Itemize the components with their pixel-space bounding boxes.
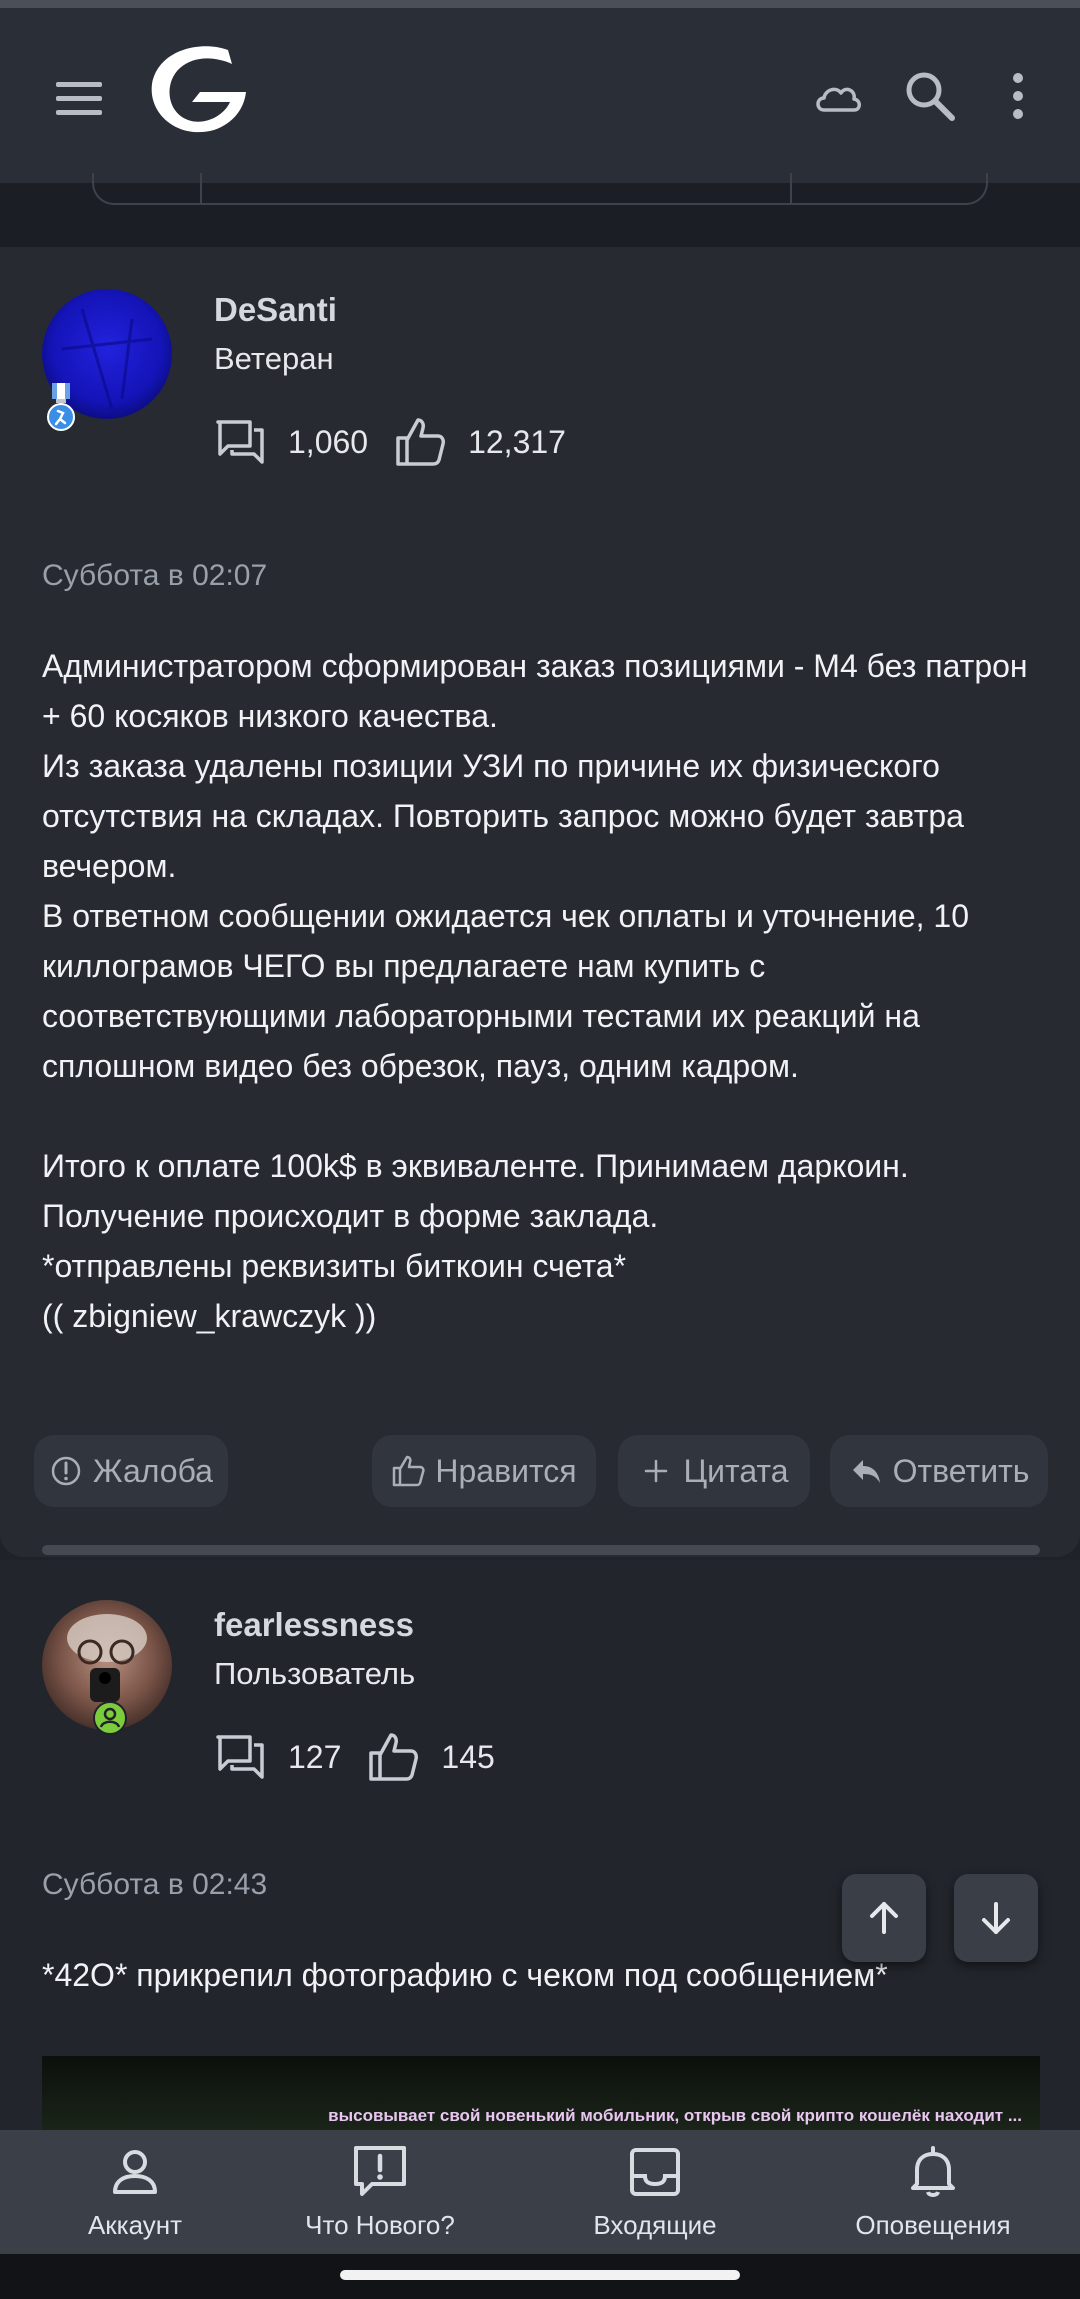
nav-whats-new[interactable]: Что Нового? <box>245 2130 515 2254</box>
reply-label: Ответить <box>892 1452 1030 1489</box>
user-stats: 127 145 <box>214 1730 521 1784</box>
nav-label: Аккаунт <box>87 2210 183 2240</box>
post-paragraph: Итого к оплате 100k$ в эквиваленте. Прин… <box>42 1148 909 1184</box>
quote-label: Цитата <box>683 1452 789 1489</box>
message-count: 127 <box>288 1738 342 1775</box>
scroll-up-button[interactable] <box>842 1874 926 1962</box>
like-label: Нравится <box>435 1452 577 1489</box>
post-date[interactable]: Суббота в 02:43 <box>42 1868 267 1902</box>
username[interactable]: fearlessness <box>214 1606 414 1644</box>
post: fearlessness Пользователь 127 145 Суббот… <box>0 1560 1080 2130</box>
bell-icon <box>911 2146 955 2197</box>
bottom-navigation: Аккаунт Что Нового? Входящие Оповещения <box>0 2130 1080 2254</box>
messages-icon <box>216 1735 264 1779</box>
site-logo[interactable] <box>140 36 260 146</box>
arrow-up-icon <box>870 1902 898 1934</box>
post: DeSanti Ветеран 1,060 12,317 Суббота в 0… <box>0 247 1080 1557</box>
medal-icon <box>47 383 75 431</box>
alert-circle-icon <box>51 1456 81 1486</box>
reply-button[interactable]: Ответить <box>830 1435 1048 1507</box>
inbox-icon <box>630 2148 680 2196</box>
attached-image[interactable]: высовывает свой новенький мобильник, отк… <box>42 2056 1040 2130</box>
nav-label: Входящие <box>593 2210 717 2240</box>
user-role: Пользователь <box>214 1656 416 1691</box>
scroll-divider <box>42 1545 1040 1555</box>
reply-icon <box>852 1460 880 1483</box>
post-actions: Жалоба Нравится Цитата Ответить <box>0 1435 1080 1507</box>
report-button[interactable]: Жалоба <box>34 1435 228 1507</box>
nav-notifications[interactable]: Оповещения <box>798 2130 1068 2254</box>
post-paragraph: В ответном сообщении ожидается чек оплат… <box>42 898 969 1084</box>
quote-button[interactable]: Цитата <box>618 1435 810 1507</box>
nav-label: Что Нового? <box>305 2210 455 2240</box>
more-vertical-icon <box>1013 73 1023 119</box>
nav-inbox[interactable]: Входящие <box>520 2130 790 2254</box>
arrow-down-icon <box>982 1902 1010 1934</box>
image-caption: высовывает свой новенький мобильник, отк… <box>328 2106 1022 2125</box>
tabs-strip <box>0 173 1080 247</box>
cloud-button[interactable] <box>810 70 866 126</box>
likes-count: 145 <box>441 1738 495 1775</box>
status-strip <box>0 0 1080 8</box>
like-icon <box>369 1733 419 1781</box>
post-paragraph: Из заказа удалены позиции УЗИ по причине… <box>42 748 964 884</box>
post-paragraph: *отправлены реквизиты биткоин счета* <box>42 1248 627 1284</box>
search-icon <box>906 72 955 121</box>
more-options-button[interactable] <box>990 66 1046 126</box>
message-count: 1,060 <box>288 423 369 460</box>
post-paragraph: (( zbigniew_krawczyk )) <box>42 1298 377 1334</box>
post-paragraph: Администратором сформирован заказ позици… <box>42 648 1028 734</box>
likes-count: 12,317 <box>468 423 566 460</box>
nav-account[interactable]: Аккаунт <box>0 2130 270 2254</box>
user-stats: 1,060 12,317 <box>214 415 592 469</box>
tab-divider <box>200 173 202 203</box>
messages-icon <box>216 420 264 464</box>
whats-new-icon <box>354 2146 406 2196</box>
user-status-icon <box>93 1701 127 1735</box>
account-icon <box>113 2150 157 2194</box>
tab-divider <box>790 173 792 203</box>
veteran-badge <box>46 383 76 433</box>
menu-button[interactable] <box>50 68 110 128</box>
app-bar <box>0 8 1080 183</box>
user-badge <box>92 1700 128 1736</box>
hamburger-menu-icon <box>56 82 102 115</box>
like-icon <box>396 418 446 466</box>
report-label: Жалоба <box>93 1452 213 1489</box>
post-paragraph: Получение происходит в форме заклада. <box>42 1198 659 1234</box>
cloud-icon <box>816 87 861 112</box>
plus-icon <box>645 1459 668 1483</box>
post-body: Администратором сформирован заказ позици… <box>42 641 1042 1341</box>
gesture-area <box>0 2254 1080 2299</box>
search-button[interactable] <box>900 66 960 126</box>
nav-label: Оповещения <box>855 2210 1011 2240</box>
like-button[interactable]: Нравится <box>372 1435 596 1507</box>
home-indicator[interactable] <box>340 2270 740 2280</box>
username[interactable]: DeSanti <box>214 291 337 329</box>
user-role: Ветеран <box>214 341 334 376</box>
thumbs-up-icon <box>393 1455 426 1487</box>
scroll-down-button[interactable] <box>954 1874 1038 1962</box>
post-date[interactable]: Суббота в 02:07 <box>42 559 267 593</box>
tabs-bar-fragment <box>92 173 988 205</box>
